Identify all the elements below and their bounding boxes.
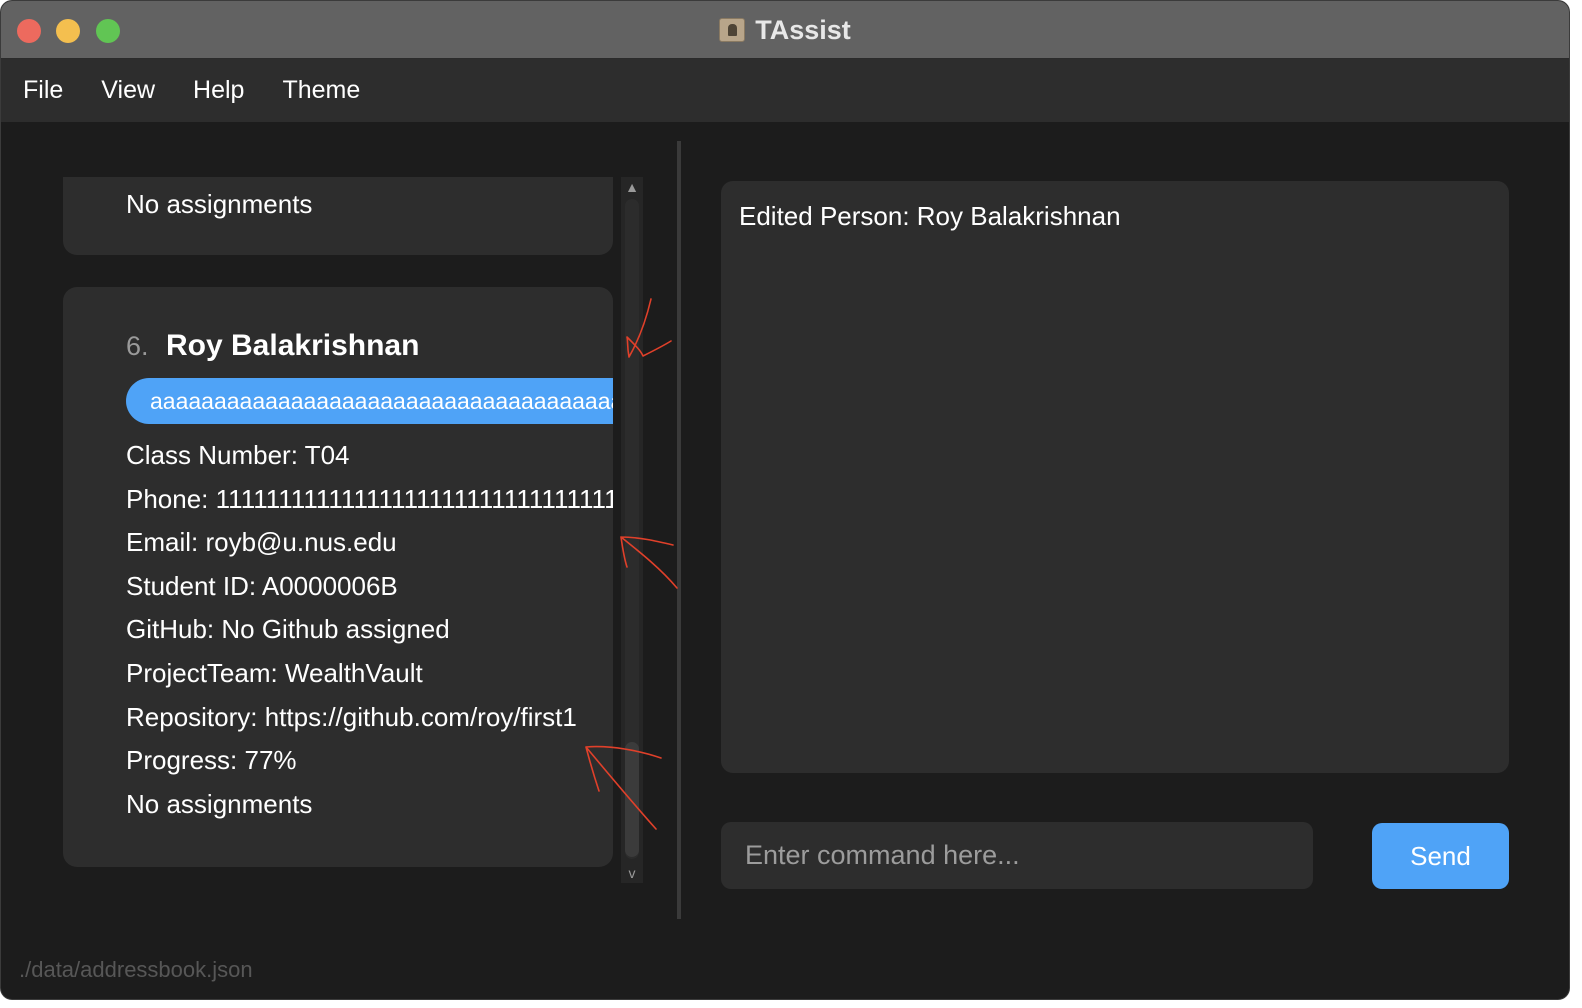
person-card-previous[interactable]: No assignments <box>63 177 613 255</box>
github-text: GitHub: No Github assigned <box>126 614 450 644</box>
phone-text: Phone: 111111111111111111111111111111111… <box>126 484 613 514</box>
scroll-up-icon[interactable]: ▲ <box>621 179 643 195</box>
split-pane-divider[interactable] <box>677 141 681 919</box>
person-list[interactable]: No assignments 6. Roy Balakrishnan aaaaa… <box>63 177 613 883</box>
email-text: Email: royb@u.nus.edu <box>126 527 397 557</box>
app-window: TAssist File View Help Theme No assignme… <box>0 0 1570 1000</box>
menu-file[interactable]: File <box>23 76 63 105</box>
person-index: 6. <box>126 331 149 361</box>
progress-text: Progress: 77% <box>126 745 297 775</box>
command-input[interactable] <box>721 822 1313 889</box>
repository-text: Repository: https://github.com/roy/first… <box>126 702 577 732</box>
window-title-group: TAssist <box>1 1 1569 59</box>
assignments-text: No assignments <box>126 189 313 219</box>
assignments-text: No assignments <box>126 789 313 819</box>
app-icon <box>719 18 746 42</box>
person-name: Roy Balakrishnan <box>166 329 420 362</box>
person-tag: aaaaaaaaaaaaaaaaaaaaaaaaaaaaaaaaaaaaaaaa… <box>126 378 613 424</box>
menu-view[interactable]: View <box>101 76 155 105</box>
person-card-selected[interactable]: 6. Roy Balakrishnan aaaaaaaaaaaaaaaaaaaa… <box>63 287 613 867</box>
result-text: Edited Person: Roy Balakrishnan <box>739 201 1121 231</box>
student-id-text: Student ID: A0000006B <box>126 571 398 601</box>
list-scrollbar[interactable]: ▲ v <box>621 177 643 883</box>
menu-bar: File View Help Theme <box>1 59 1569 122</box>
menu-theme[interactable]: Theme <box>282 76 360 105</box>
result-display: Edited Person: Roy Balakrishnan <box>721 181 1509 773</box>
title-bar: TAssist <box>1 1 1569 59</box>
project-team-text: ProjectTeam: WealthVault <box>126 658 423 688</box>
window-title: TAssist <box>755 14 851 45</box>
scroll-thumb[interactable] <box>625 742 639 857</box>
scroll-down-icon[interactable]: v <box>621 865 643 881</box>
send-button[interactable]: Send <box>1372 823 1509 889</box>
status-bar-path: ./data/addressbook.json <box>19 957 253 982</box>
class-number-text: Class Number: T04 <box>126 440 350 470</box>
menu-help[interactable]: Help <box>193 76 244 105</box>
